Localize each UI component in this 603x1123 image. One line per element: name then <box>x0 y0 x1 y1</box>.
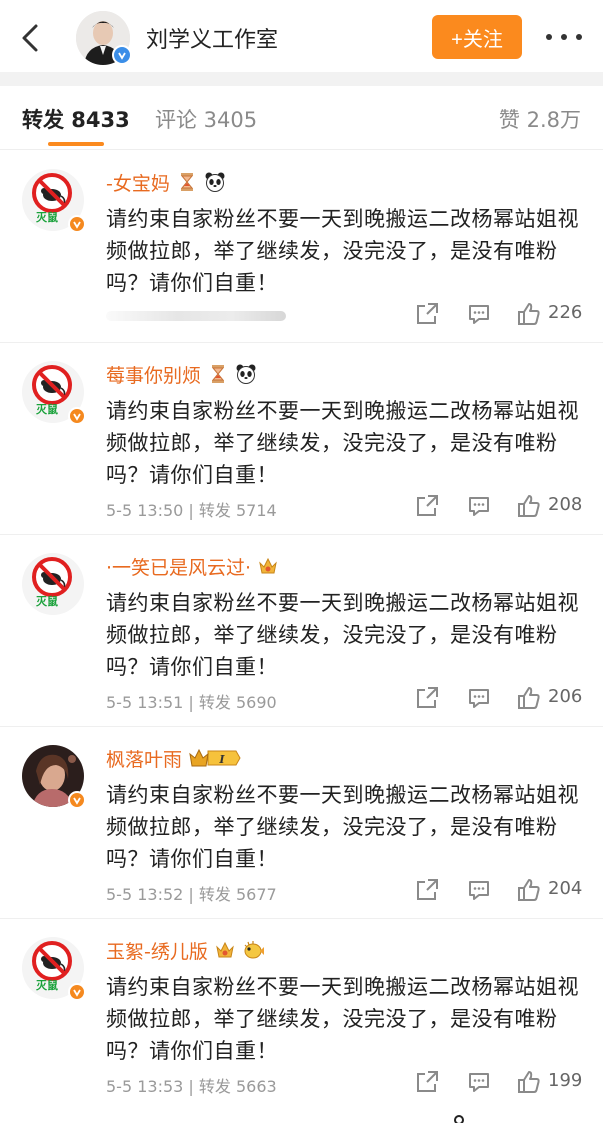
account-avatar[interactable] <box>76 11 132 65</box>
like-icon[interactable] <box>516 1069 542 1095</box>
share-icon[interactable] <box>414 493 440 519</box>
tab-comment[interactable]: 评论 3405 <box>155 104 257 134</box>
avatar-caption: 灭鼠 <box>36 979 58 992</box>
hourglass-icon <box>211 365 225 383</box>
hourglass-icon <box>180 173 193 191</box>
panda-icon <box>205 172 225 192</box>
crown-badge-icon <box>216 941 234 958</box>
active-tab-indicator <box>48 142 104 146</box>
tab-repost[interactable]: 转发 8433 <box>22 104 130 134</box>
like-count: 204 <box>548 878 583 899</box>
section-divider <box>0 72 603 86</box>
share-icon[interactable] <box>414 877 440 903</box>
username[interactable]: ·一笑已是风云过· <box>106 553 251 580</box>
verified-orange-icon <box>68 407 86 425</box>
repost-meta: 5-5 13:51 | 转发 5690 <box>106 693 277 712</box>
tab-bar: 转发 8433 评论 3405 赞 2.8万 <box>0 86 603 150</box>
pufferfish-icon <box>244 941 264 959</box>
verified-orange-icon <box>68 215 86 233</box>
crown-badge-icon <box>259 557 277 574</box>
repost-text: 请约束自家粉丝不要一天到晚搬运二改杨幂站姐视频做拉郎，举了继续发，没完没了，是没… <box>106 783 579 871</box>
like-count: 199 <box>548 1070 583 1091</box>
verified-blue-icon <box>112 45 132 65</box>
action-bar: 199 <box>410 1069 585 1097</box>
repost-item[interactable]: 灭鼠 -女宝妈 请约束自家粉丝不要一天到晚搬运二改杨幂站姐视频做拉郎，举了继续发… <box>0 151 603 343</box>
avatar-caption: 灭鼠 <box>36 595 58 608</box>
tab-likes[interactable]: 赞 2.8万 <box>499 104 581 134</box>
repost-text: 请约束自家粉丝不要一天到晚搬运二改杨幂站姐视频做拉郎，举了继续发，没完没了，是没… <box>106 207 579 295</box>
repost-text: 请约束自家粉丝不要一天到晚搬运二改杨幂站姐视频做拉郎，举了继续发，没完没了，是没… <box>106 399 579 487</box>
comment-icon[interactable] <box>466 301 492 327</box>
comment-icon[interactable] <box>466 1069 492 1095</box>
user-avatar[interactable]: 灭鼠 <box>22 937 86 1001</box>
blurred-meta <box>106 311 286 321</box>
avatar-caption: 灭鼠 <box>36 211 58 224</box>
share-icon[interactable] <box>414 1069 440 1095</box>
action-bar: 208 <box>410 493 585 521</box>
verified-orange-icon <box>68 791 86 809</box>
user-avatar[interactable]: 灭鼠 <box>22 169 86 233</box>
avatar-caption: 灭鼠 <box>36 403 58 416</box>
follow-button[interactable]: +关注 <box>432 15 522 59</box>
like-icon[interactable] <box>516 685 542 711</box>
svg-text:I: I <box>218 753 225 766</box>
bottom-partial-icon <box>454 1115 464 1123</box>
comment-icon[interactable] <box>466 493 492 519</box>
vip-level-icon: I <box>189 748 241 767</box>
repost-text: 请约束自家粉丝不要一天到晚搬运二改杨幂站姐视频做拉郎，举了继续发，没完没了，是没… <box>106 591 579 679</box>
top-bar: 刘学义工作室 +关注 <box>0 0 603 72</box>
panda-icon <box>236 364 256 384</box>
repost-text: 请约束自家粉丝不要一天到晚搬运二改杨幂站姐视频做拉郎，举了继续发，没完没了，是没… <box>106 975 579 1063</box>
username[interactable]: 莓事你别烦 <box>106 361 201 388</box>
like-icon[interactable] <box>516 877 542 903</box>
username[interactable]: -女宝妈 <box>106 169 170 196</box>
like-count: 206 <box>548 686 583 707</box>
repost-meta: 5-5 13:53 | 转发 5663 <box>106 1077 277 1096</box>
repost-meta: 5-5 13:52 | 转发 5677 <box>106 885 277 904</box>
user-avatar[interactable]: 灭鼠 <box>22 553 84 615</box>
repost-item[interactable]: 灭鼠 莓事你别烦 请约束自家粉丝不要一天到晚搬运二改杨幂站姐视频做拉郎，举了继续… <box>0 343 603 535</box>
comment-icon[interactable] <box>466 685 492 711</box>
username[interactable]: 玉絮-绣儿版 <box>106 937 208 964</box>
like-count: 226 <box>548 302 583 323</box>
action-bar: 206 <box>410 685 585 713</box>
comment-icon[interactable] <box>466 877 492 903</box>
verified-orange-icon <box>68 983 86 1001</box>
like-icon[interactable] <box>516 493 542 519</box>
repost-meta: 5-5 13:50 | 转发 5714 <box>106 501 277 520</box>
more-icon[interactable] <box>546 26 582 48</box>
user-avatar[interactable]: 灭鼠 <box>22 361 86 425</box>
repost-item[interactable]: 灭鼠 ·一笑已是风云过· 请约束自家粉丝不要一天到晚搬运二改杨幂站姐视频做拉郎，… <box>0 535 603 727</box>
user-avatar[interactable] <box>22 745 86 809</box>
repost-item[interactable]: 灭鼠 玉絮-绣儿版 请约束自家粉丝不要一天到晚搬运二改杨幂站姐视频做拉郎，举了继… <box>0 919 603 1105</box>
share-icon[interactable] <box>414 301 440 327</box>
like-count: 208 <box>548 494 583 515</box>
action-bar: 226 <box>410 301 585 329</box>
share-icon[interactable] <box>414 685 440 711</box>
username[interactable]: 枫落叶雨 <box>106 745 182 772</box>
back-icon[interactable] <box>14 18 46 58</box>
repost-item[interactable]: 枫落叶雨 I 请约束自家粉丝不要一天到晚搬运二改杨幂站姐视频做拉郎，举了继续发，… <box>0 727 603 919</box>
page-title: 刘学义工作室 <box>146 28 279 53</box>
action-bar: 204 <box>410 877 585 905</box>
like-icon[interactable] <box>516 301 542 327</box>
